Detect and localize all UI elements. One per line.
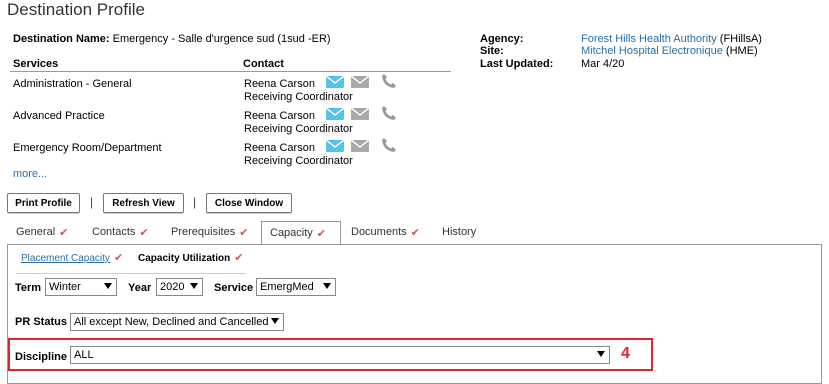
more-link[interactable]: more...	[13, 168, 47, 180]
updated-label: Last Updated:	[480, 58, 554, 70]
chevron-down-icon	[190, 283, 198, 289]
pr-status-select[interactable]: All except New, Declined and Cancelled	[70, 313, 284, 331]
phone-icon[interactable]	[381, 137, 397, 153]
service-name: Administration - General	[13, 78, 132, 90]
contact-name: Reena Carson	[244, 110, 315, 122]
subtab-utilization-label: Capacity Utilization	[138, 253, 231, 264]
message-icon[interactable]	[351, 76, 369, 88]
check-icon: ✔	[410, 226, 420, 239]
close-window-button[interactable]: Close Window	[206, 193, 292, 213]
contact-name: Reena Carson	[244, 142, 315, 154]
subtab-capacity-utilization[interactable]: Capacity Utilization ✔	[138, 251, 243, 264]
agency-info: Forest Hills Health Authority (FHillsA)	[581, 33, 762, 45]
check-icon: ✔	[316, 227, 327, 240]
tab-documents[interactable]: Documents ✔	[351, 221, 420, 243]
site-label: Site:	[480, 45, 504, 57]
service-name: Emergency Room/Department	[13, 142, 162, 154]
message-icon[interactable]	[351, 108, 369, 120]
print-profile-button[interactable]: Print Profile	[7, 193, 80, 213]
chevron-down-icon	[597, 351, 605, 357]
message-icon[interactable]	[351, 140, 369, 152]
tab-contacts[interactable]: Contacts ✔	[92, 221, 149, 243]
year-label: Year	[128, 282, 152, 294]
pr-status-label: PR Status	[15, 316, 67, 328]
subtab-placement-capacity[interactable]: Placement Capacity ✔	[21, 251, 123, 264]
check-icon: ✔	[234, 252, 244, 264]
service-value: EmergMed	[260, 281, 314, 293]
refresh-view-button[interactable]: Refresh View	[103, 193, 184, 213]
site-link[interactable]: Mitchel Hospital Electronique	[581, 45, 723, 57]
site-info: Mitchel Hospital Electronique (HME)	[581, 45, 758, 57]
email-icon[interactable]	[326, 76, 344, 88]
chevron-down-icon	[323, 283, 331, 289]
tab-label: General	[16, 226, 56, 238]
term-label: Term	[15, 282, 42, 294]
agency-code: (FHillsA)	[719, 33, 762, 45]
term-select[interactable]: Winter	[45, 278, 117, 296]
page-title: Destination Profile	[7, 0, 145, 19]
tab-label: Documents	[351, 226, 407, 238]
tab-capacity[interactable]: Capacity ✔	[261, 221, 341, 245]
separator: |	[193, 195, 197, 209]
discipline-value: ALL	[74, 349, 94, 361]
site-code: (HME)	[725, 45, 758, 57]
tab-label: Prerequisites	[171, 226, 236, 238]
year-select[interactable]: 2020	[156, 278, 203, 296]
check-icon: ✔	[113, 252, 124, 264]
contact-role: Receiving Coordinator	[244, 123, 353, 135]
pr-status-value: All except New, Declined and Cancelled	[74, 316, 269, 328]
check-icon: ✔	[139, 226, 149, 239]
destination-label: Destination Name:	[13, 33, 110, 45]
discipline-select[interactable]: ALL	[70, 346, 610, 364]
tab-label: Contacts	[92, 226, 136, 238]
separator: |	[90, 195, 94, 209]
contact-role: Receiving Coordinator	[244, 155, 353, 167]
year-value: 2020	[160, 281, 185, 293]
header-divider	[10, 71, 451, 72]
service-name: Advanced Practice	[13, 110, 105, 122]
subtab-placement-label: Placement Capacity	[21, 253, 110, 264]
service-label: Service	[214, 282, 254, 294]
chevron-down-icon	[104, 283, 112, 289]
email-icon[interactable]	[326, 140, 344, 152]
service-select[interactable]: EmergMed	[256, 278, 336, 296]
tab-general[interactable]: General ✔	[16, 221, 68, 243]
phone-icon[interactable]	[381, 73, 397, 89]
tab-label: History	[442, 226, 477, 238]
term-value: Winter	[49, 281, 81, 293]
updated-value: Mar 4/20	[581, 58, 625, 70]
subtab-divider	[16, 273, 246, 274]
tab-history[interactable]: History	[442, 221, 476, 243]
chevron-down-icon	[271, 318, 279, 324]
contact-role: Receiving Coordinator	[244, 91, 353, 103]
contact-header: Contact	[243, 58, 284, 70]
email-icon[interactable]	[326, 108, 344, 120]
services-header: Services	[13, 58, 59, 70]
tab-label: Capacity	[270, 227, 313, 239]
check-icon: ✔	[239, 226, 249, 239]
destination-name: Destination Name: Emergency - Salle d'ur…	[13, 33, 331, 45]
agency-link[interactable]: Forest Hills Health Authority	[581, 33, 717, 45]
tab-prerequisites[interactable]: Prerequisites ✔	[171, 221, 248, 243]
agency-label: Agency:	[480, 33, 524, 45]
discipline-label: Discipline	[15, 351, 67, 363]
annotation-number: 4	[621, 345, 630, 362]
check-icon: ✔	[59, 226, 69, 239]
destination-value: Emergency - Salle d'urgence sud (1sud -E…	[112, 33, 331, 45]
contact-name: Reena Carson	[244, 78, 315, 90]
phone-icon[interactable]	[381, 105, 397, 121]
